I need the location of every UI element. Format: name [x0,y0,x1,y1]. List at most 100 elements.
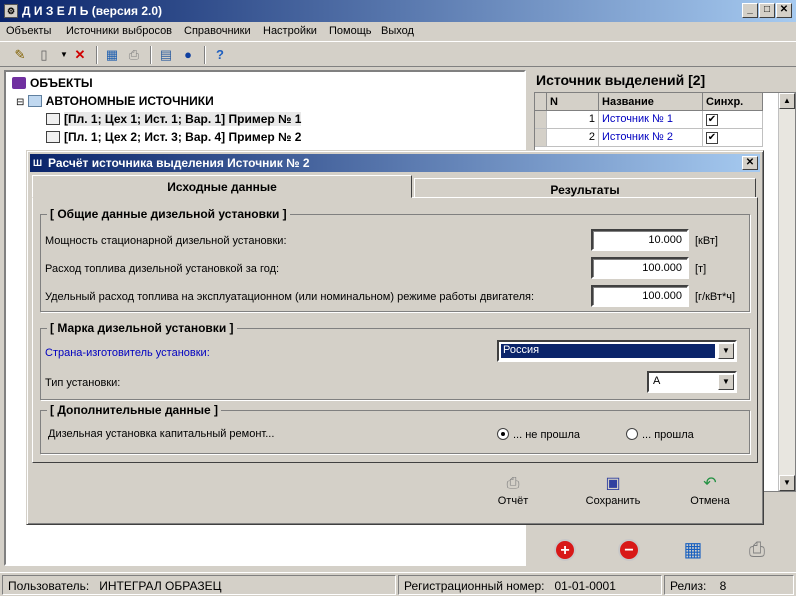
scroll-up-icon[interactable]: ▲ [779,93,795,109]
menu-settings[interactable]: Настройки [263,25,317,37]
print-icon[interactable]: ⎙ [124,45,144,65]
tree-item-label: [Пл. 1; Цех 1; Ист. 1; Вар. 1] Пример № … [64,112,302,126]
toolbar: ✎ ▯ ▼ ✕ ▦ ⎙ ▤ ● ? [0,41,796,67]
type-value: А [653,375,661,387]
power-label: Мощность стационарной дизельной установк… [45,235,287,247]
column-header-sync[interactable]: Синхр. [703,93,763,111]
menu-help[interactable]: Помощь [329,25,372,37]
edit-icon[interactable]: ✎ [10,45,30,65]
print-icon[interactable]: ⎙ [742,536,772,564]
grid-scrollbar[interactable]: ▲ ▼ [778,93,795,491]
table-cell-name[interactable]: Источник № 1 [599,111,703,129]
table-cell-sync[interactable]: ✔ [703,129,763,147]
dialog-title: Расчёт источника выделения Источник № 2 [48,156,310,170]
new-document-icon[interactable]: ▯ [34,45,54,65]
calculator-icon[interactable]: ▦ [678,536,708,564]
status-release-label: Релиз: [670,579,707,593]
country-select[interactable]: Россия ▼ [497,340,737,362]
specific-fuel-input[interactable]: 100.000 [591,285,689,307]
chevron-down-icon[interactable]: ▼ [718,343,734,359]
title-bar: ⚙ Д И З Е Л Ь (версия 2.0) _ □ ✕ [0,0,796,22]
close-button[interactable]: ✕ [776,3,792,18]
scroll-down-icon[interactable]: ▼ [779,475,795,491]
diesel-icon: Ш [33,158,43,168]
report-button[interactable]: ⎙ Отчёт [473,473,553,517]
country-label: Страна-изготовитель установки: [45,347,210,359]
toolbar-separator [204,46,206,64]
power-unit: [кВт] [695,235,718,247]
column-header-name[interactable]: Название [599,93,703,111]
tree-root[interactable]: ОБЪЕКТЫ [12,76,93,90]
row-indicator [535,129,547,147]
expand-minus-icon[interactable]: ⊟ [16,97,24,108]
type-select[interactable]: А ▼ [647,371,737,393]
tree-item-1[interactable]: [Пл. 1; Цех 1; Ист. 1; Вар. 1] Пример № … [46,112,302,126]
group-extra: [ Дополнительные данные ] Дизельная уста… [40,403,750,454]
add-button[interactable]: + [550,536,580,564]
power-input[interactable]: 10.000 [591,229,689,251]
fuel-input[interactable]: 100.000 [591,257,689,279]
fuel-unit: [т] [695,263,707,275]
chevron-down-icon[interactable]: ▼ [718,374,734,390]
document-icon [46,131,60,143]
gear-icon[interactable]: ⚙ [4,4,18,18]
group-general: [ Общие данные дизельной установки ] Мощ… [40,207,750,312]
status-registration: Регистрационный номер: 01-01-0001 [398,575,662,595]
tree-item-2[interactable]: [Пл. 1; Цех 2; Ист. 3; Вар. 4] Пример № … [46,130,301,144]
table-cell-sync[interactable]: ✔ [703,111,763,129]
tab-results[interactable]: Результаты [414,178,756,198]
radio-passed-label: ... прошла [642,429,694,441]
radio-unselected-icon[interactable] [626,428,638,440]
status-user-label: Пользователь: [8,579,90,593]
fuel-label: Расход топлива дизельной установкой за г… [45,263,280,275]
table-cell-n[interactable]: 2 [547,129,599,147]
menu-references[interactable]: Справочники [184,25,251,37]
group-brand-title: [ Марка дизельной установки ] [47,321,237,335]
calculation-dialog: Ш Расчёт источника выделения Источник № … [26,150,764,525]
status-reg-label: Регистрационный номер: [404,579,545,593]
country-value: Россия [501,344,715,358]
status-bar: Пользователь: ИНТЕГРАЛ ОБРАЗЕЦ Регистрац… [0,572,796,596]
menu-bar: Объекты Источники выбросов Справочники Н… [0,22,796,41]
table-cell-name[interactable]: Источник № 2 [599,129,703,147]
document-icon [46,113,60,125]
menu-objects[interactable]: Объекты [6,25,51,37]
status-user-value: ИНТЕГРАЛ ОБРАЗЕЦ [99,579,222,593]
tree-group[interactable]: ⊟ АВТОНОМНЫЕ ИСТОЧНИКИ [16,94,214,108]
print-icon: ⎙ [506,475,520,492]
minimize-button[interactable]: _ [742,3,758,18]
dialog-close-button[interactable]: ✕ [742,156,758,170]
remove-button[interactable]: − [614,536,644,564]
tree-root-label: ОБЪЕКТЫ [30,76,93,90]
table-cell-n[interactable]: 1 [547,111,599,129]
book-icon [12,77,26,89]
radio-passed[interactable]: ... прошла [626,428,694,441]
specific-fuel-label: Удельный расход топлива на эксплуатацион… [45,291,535,303]
sync-checkbox[interactable]: ✔ [706,132,718,144]
save-button[interactable]: ▣ Сохранить [573,473,653,517]
window-title: Д И З Е Л Ь (версия 2.0) [22,4,163,18]
row-indicator [535,111,547,129]
calculator-icon[interactable]: ▦ [102,45,122,65]
sources-title: Источник выделений [2] [536,72,706,88]
tab-input-data[interactable]: Исходные данные [32,175,412,198]
menu-exit[interactable]: Выход [381,25,414,37]
tab-page-input: [ Общие данные дизельной установки ] Мощ… [32,197,758,463]
column-header-n[interactable]: N [547,93,599,111]
cancel-button[interactable]: ↶ Отмена [670,473,750,517]
globe-icon[interactable]: ● [178,45,198,65]
tree-group-label: АВТОНОМНЫЕ ИСТОЧНИКИ [45,94,214,108]
tree-item-label: [Пл. 1; Цех 2; Ист. 3; Вар. 4] Пример № … [64,130,302,144]
delete-icon[interactable]: ✕ [70,45,90,65]
group-extra-title: [ Дополнительные данные ] [47,403,221,417]
radio-selected-icon[interactable] [497,428,509,440]
toolbar-separator [150,46,152,64]
menu-emission-sources[interactable]: Источники выбросов [66,25,172,37]
sync-checkbox[interactable]: ✔ [706,114,718,126]
group-general-title: [ Общие данные дизельной установки ] [47,207,290,221]
help-icon[interactable]: ? [210,45,230,65]
maximize-button[interactable]: □ [759,3,775,18]
status-release: Релиз: 8 [664,575,794,595]
map-icon[interactable]: ▤ [156,45,176,65]
radio-not-passed[interactable]: ... не прошла [497,428,580,441]
